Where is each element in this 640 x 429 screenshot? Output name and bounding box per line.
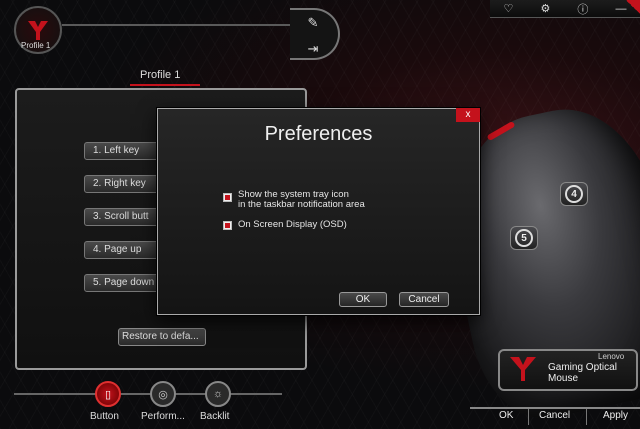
nav-backlit-tab[interactable]: ☼ <box>205 381 231 407</box>
footer-apply-button[interactable]: Apply <box>603 410 628 421</box>
profile-title-underline <box>130 84 200 86</box>
dialog-ok-button[interactable]: OK <box>339 292 387 307</box>
edit-profile-button[interactable]: ✎ <box>300 12 326 34</box>
panel-profile-title: Profile 1 <box>140 69 181 81</box>
mouse-side-button-4[interactable]: 4 <box>560 182 588 206</box>
brand-company: Lenovo <box>598 352 625 361</box>
tray-icon-checkbox[interactable] <box>223 193 232 202</box>
nav-label-performance: Perform... <box>141 411 185 422</box>
backlit-icon: ☼ <box>212 388 224 400</box>
heart-icon[interactable]: ♡ <box>504 2 514 15</box>
button-assign-1[interactable]: 1. Left key <box>84 142 160 160</box>
button-assign-2[interactable]: 2. Right key <box>84 175 160 193</box>
settings-icon[interactable]: ⚙ <box>540 2 550 15</box>
pencil-icon: ✎ <box>307 15 319 30</box>
dialog-title: Preferences <box>264 123 373 145</box>
button-assign-4[interactable]: 4. Page up <box>84 241 160 259</box>
footer-ok-button[interactable]: OK <box>499 410 513 421</box>
minimize-icon[interactable]: — <box>615 3 626 15</box>
restore-defaults-button[interactable]: Restore to defa... <box>118 328 206 346</box>
nav-label-backlit: Backlit <box>200 411 230 422</box>
legion-y-icon <box>510 357 536 381</box>
footer-cancel-button[interactable]: Cancel <box>539 410 570 421</box>
button-assign-5[interactable]: 5. Page down <box>84 274 160 292</box>
button-assign-3[interactable]: 3. Scroll butt <box>84 208 160 226</box>
performance-icon: ◎ <box>158 388 168 401</box>
dialog-cancel-button[interactable]: Cancel <box>399 292 449 307</box>
nav-label-button: Button <box>90 411 119 422</box>
osd-label: On Screen Display (OSD) <box>238 219 347 230</box>
corner-accent <box>626 0 640 14</box>
checkmark-icon <box>225 195 230 200</box>
button-4-number: 4 <box>565 185 583 203</box>
mouse-side-button-5[interactable]: 5 <box>510 226 538 250</box>
nav-button-tab[interactable]: ▯ <box>95 381 121 407</box>
mouse-icon: ▯ <box>104 388 112 401</box>
nav-performance-tab[interactable]: ◎ <box>150 381 176 407</box>
osd-checkbox[interactable] <box>223 221 232 230</box>
profile-label: Profile 1 <box>21 41 51 50</box>
export-profile-button[interactable]: ⇥ <box>300 38 326 60</box>
nav-divider <box>14 393 282 395</box>
header-divider <box>62 24 290 26</box>
button-5-number: 5 <box>515 229 533 247</box>
info-icon[interactable]: ⓘ <box>577 1 588 17</box>
dialog-close-button[interactable]: x <box>456 108 480 122</box>
tray-icon-label-line2: in the taskbar notification area <box>238 199 365 210</box>
footer-divider <box>470 407 640 409</box>
legion-y-icon <box>28 21 48 40</box>
window-controls: ♡ ⚙ ⓘ — <box>490 0 640 18</box>
footer-separator <box>528 409 529 425</box>
checkmark-icon <box>225 223 230 228</box>
brand-product-name: Gaming Optical Mouse <box>548 362 617 384</box>
footer-separator <box>586 409 587 425</box>
export-icon: ⇥ <box>307 41 319 56</box>
